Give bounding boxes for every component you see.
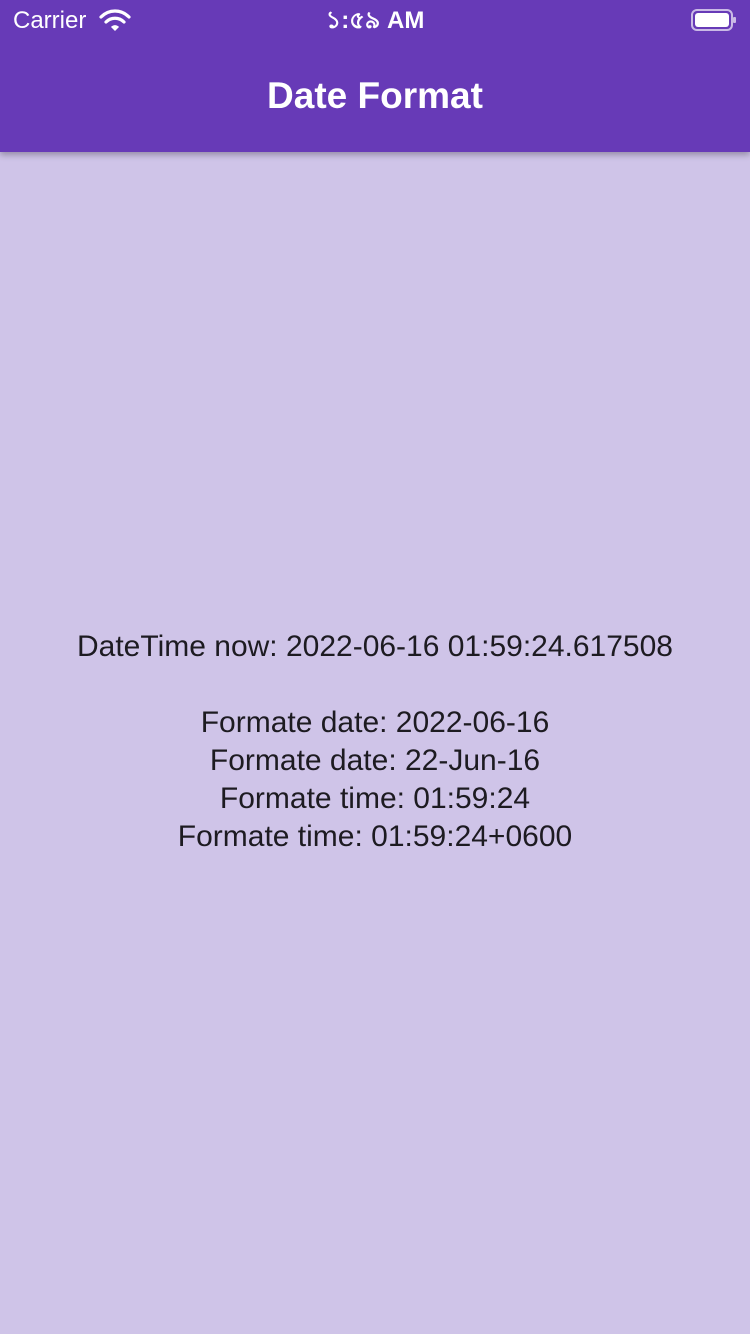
formatted-date-short-text: Formate date: 22-Jun-16 — [209, 744, 541, 777]
battery-icon — [691, 9, 736, 31]
wifi-icon — [99, 9, 131, 31]
main-content: DateTime now: 2022-06-16 01:59:24.617508… — [0, 152, 750, 1334]
formatted-date-text: Formate date: 2022-06-16 — [200, 706, 550, 739]
app-bar-title: Date Format — [267, 75, 483, 116]
carrier-label: Carrier — [13, 7, 87, 34]
status-bar: Carrier ১:৫৯ AM — [0, 0, 750, 40]
date-format-output: DateTime now: 2022-06-16 01:59:24.617508… — [0, 628, 750, 856]
formatted-time-zone-text: Formate time: 01:59:24+0600 — [177, 820, 573, 853]
app-bar: Carrier ১:৫৯ AM Date Format — [0, 0, 750, 152]
status-time: ১:৫৯ AM — [325, 7, 425, 34]
formatted-time-text: Formate time: 01:59:24 — [219, 782, 531, 815]
datetime-now-text: DateTime now: 2022-06-16 01:59:24.617508 — [77, 630, 673, 663]
